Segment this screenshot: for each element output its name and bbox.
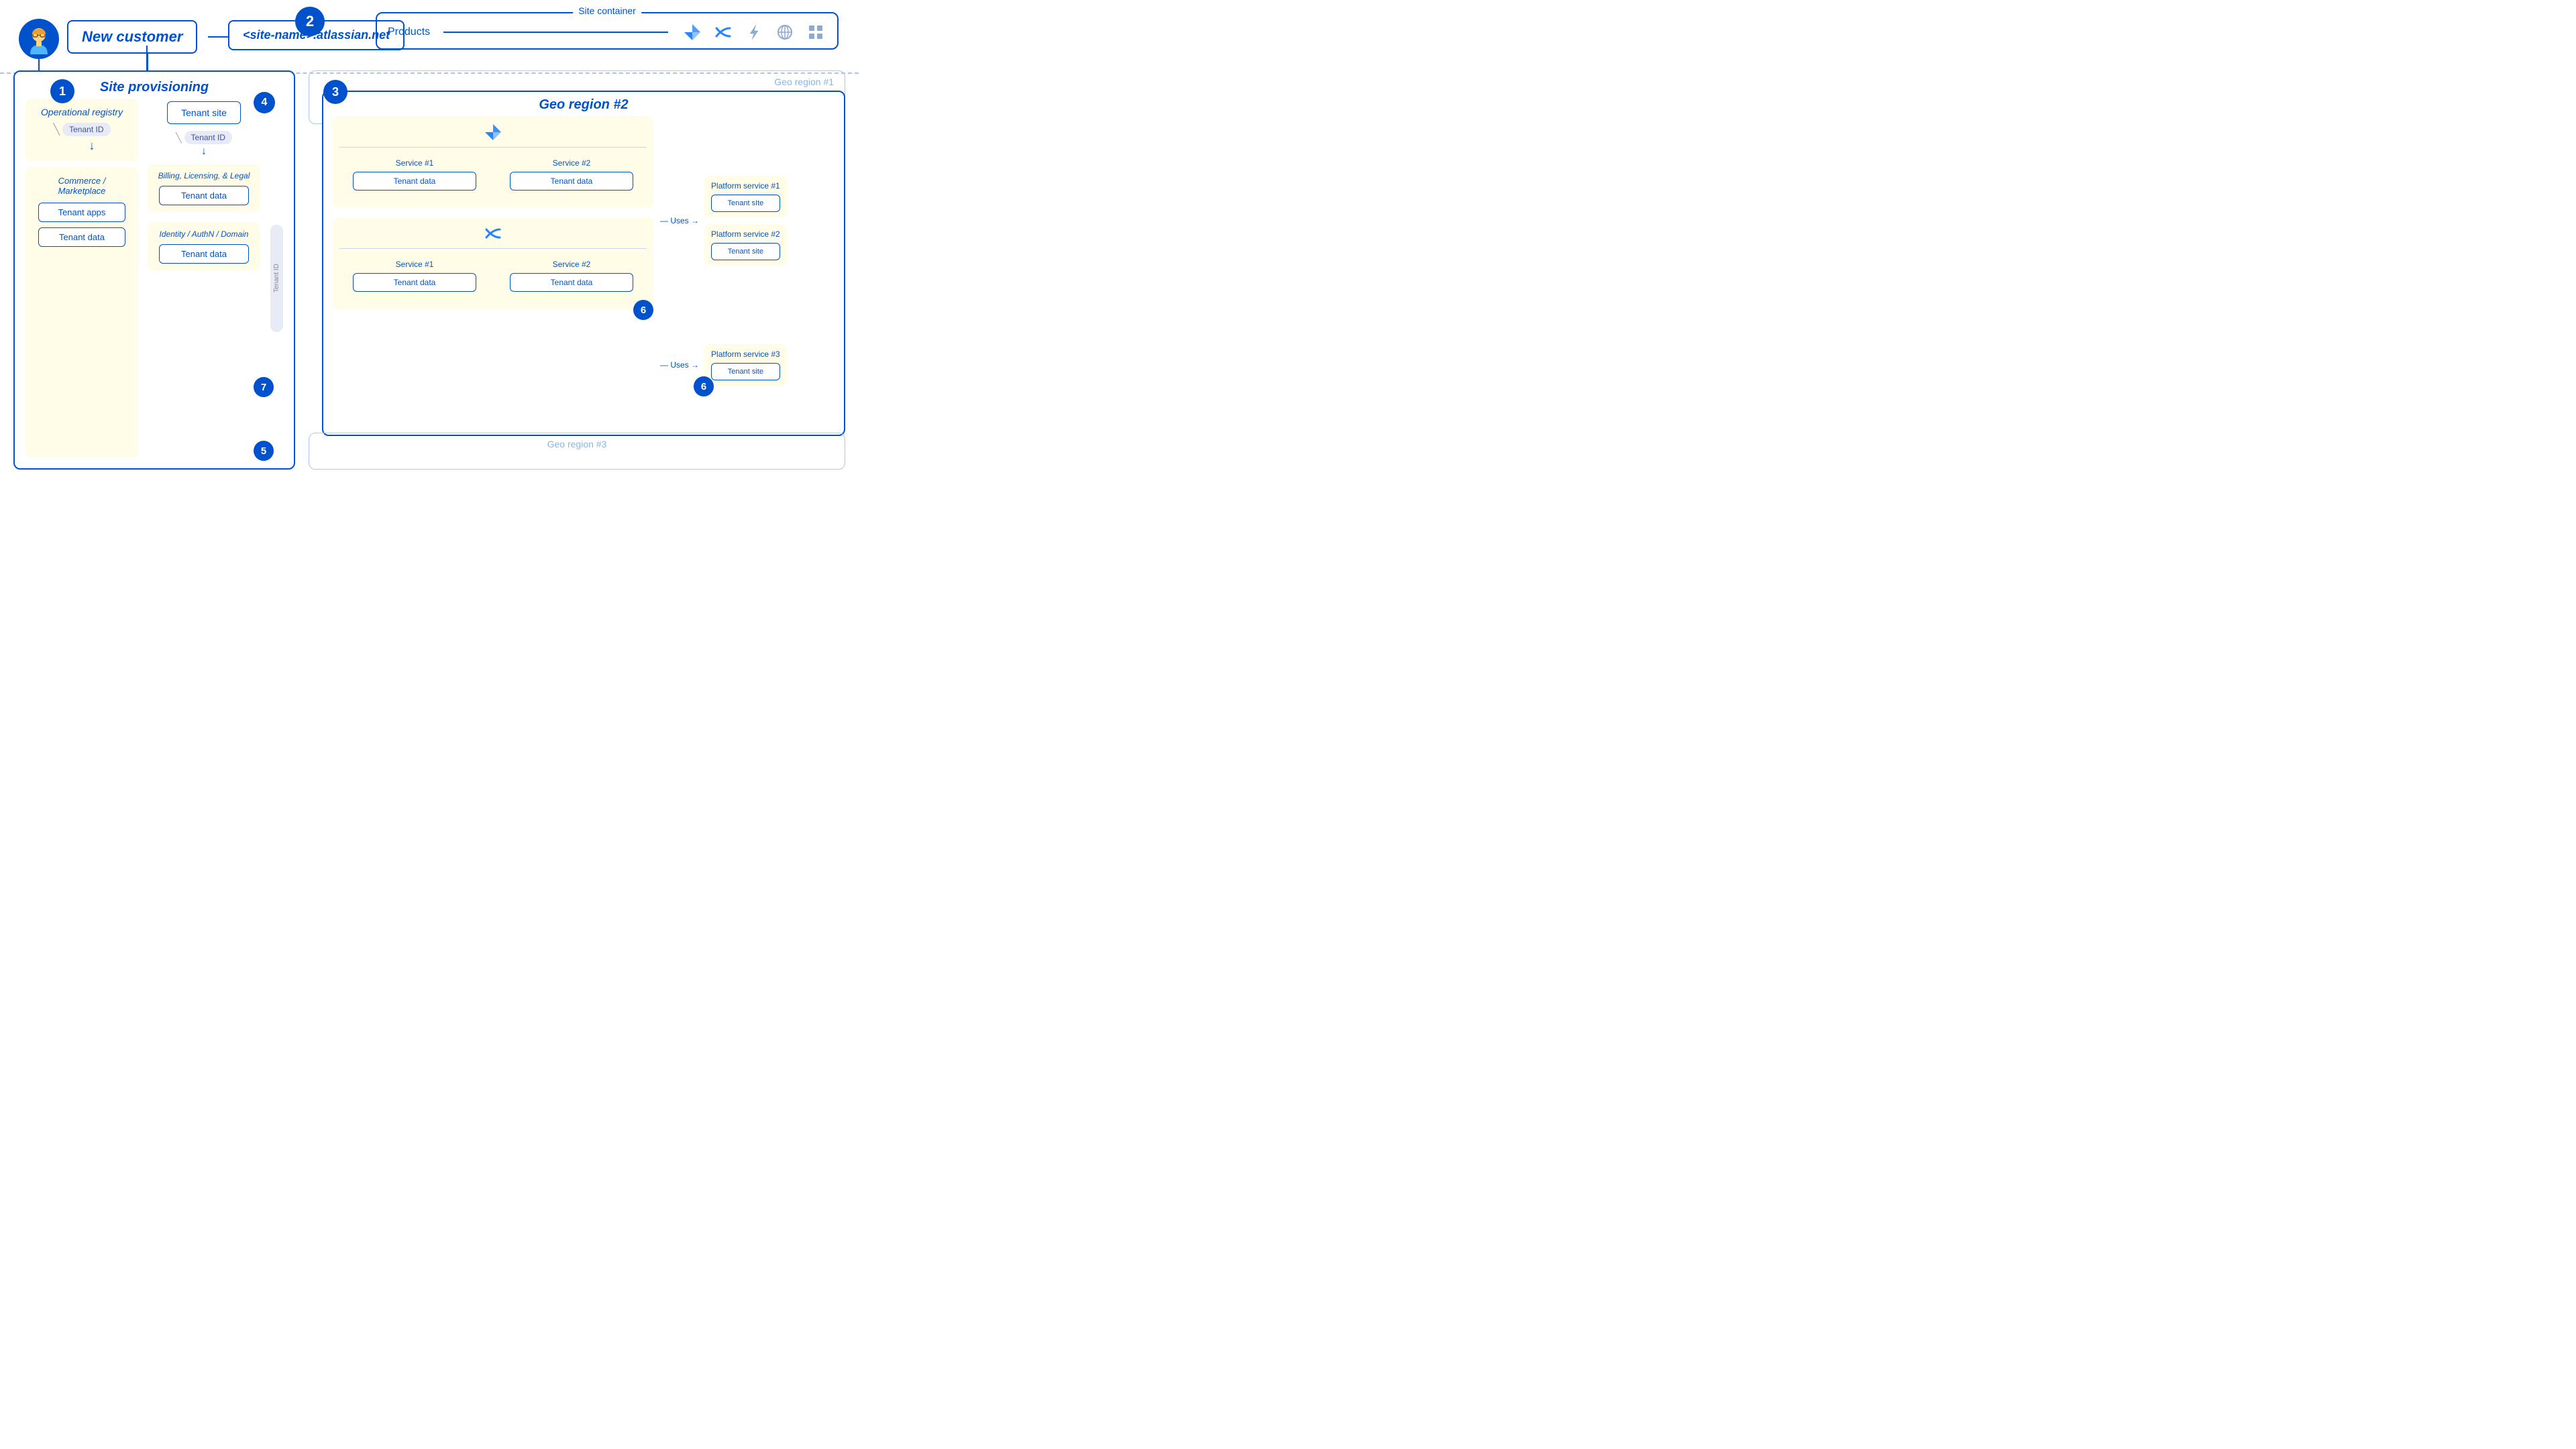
products-line [443,32,668,33]
geo2-content: Service #1 Tenant data Service #2 Tenant… [333,116,835,425]
left-panel: Site provisioning Operational registry ╲… [13,70,295,470]
tenant-id-pill-2: Tenant ID [184,131,232,144]
badge-2: 2 [295,7,325,36]
site-container-label: Site container [573,5,641,16]
tenant-id-vertical-label: Tenant ID [270,225,283,332]
platform-1-box: Platform service #1 Tenant sIte [704,176,787,217]
platform-3-label: Platform service #3 [711,350,780,359]
jira-row: Service #1 Tenant data Service #2 Tenant… [333,116,653,208]
badge-3: 3 [323,80,347,104]
conf-service-2-col: Service #2 Tenant data [496,254,647,297]
geo-region-1-label: Geo region #1 [309,71,845,93]
commerce-box: Commerce / Marketplace Tenant apps Tenan… [25,168,138,458]
geo-region-2-main: Geo region #2 3 [322,91,845,436]
geo-region-3-box: Geo region #3 [309,433,845,470]
badge-1: 1 [50,79,74,103]
jira-tenant-data-2: Tenant data [510,172,633,191]
jira-icon-header [339,123,647,142]
bolt-icon [743,21,765,43]
confluence-row: Service #1 Tenant data Service #2 Tenant… [333,217,653,309]
badge-6b: 6 [694,376,714,396]
diagram-container: 1 New customer 2 <site-name>.atlassian.n… [0,0,859,483]
tenant-id-vertical-col: Tenant ID [270,99,283,458]
platform-1-site: Tenant sIte [711,195,780,212]
globe-icon [774,21,796,43]
product-icons [682,21,826,43]
tenant-data-1-box: Tenant data [38,227,125,247]
platform-3-wrapper: Platform service #3 Tenant site 6 [704,344,787,386]
tenant-id-pill-1: Tenant ID [62,123,110,136]
tenant-site-header: Tenant site [148,99,260,124]
uses-1-label: — Uses → [660,216,699,225]
platform-3-box: Platform service #3 Tenant site 6 [704,344,787,386]
billing-items: Tenant data [154,186,254,205]
conf-tenant-data-1: Tenant data [353,273,476,292]
apps-icon [805,21,826,43]
jira-service-1-col: Service #1 Tenant data [339,153,490,196]
confluence-icon [712,21,734,43]
platform-1-label: Platform service #1 [711,181,780,191]
site-provisioning-title: Site provisioning [100,80,209,95]
conf-service-1-label: Service #1 [346,260,483,269]
site-container: Site container Products [376,12,839,50]
platform-col: — Uses → Platform service #1 Tenant sIte… [660,116,835,425]
conf-service-1-col: Service #1 Tenant data [339,254,490,297]
commerce-label: Commerce / Marketplace [34,176,130,196]
left-col: Operational registry ╲ Tenant ID ↓ Comm [25,99,138,458]
badge-7: 7 [254,377,274,397]
uses-2-row: — Uses → Platform service #3 Tenant site… [660,344,787,386]
badge-6a: 6 [633,300,653,320]
jira-services-row: Service #1 Tenant data Service #2 Tenant… [339,153,647,196]
conf-tenant-data-2: Tenant data [510,273,633,292]
op-registry-box: Operational registry ╲ Tenant ID ↓ [25,99,138,161]
commerce-items: Tenant apps Tenant data [34,203,130,247]
tenant-data-3-box: Tenant data [159,244,248,264]
new-customer-box: New customer [67,20,197,54]
badge-4: 4 [254,92,275,113]
billing-box: Billing, Licensing, & Legal Tenant data … [148,164,260,212]
uses-2-label: — Uses → [660,360,699,370]
jira-service-2-label: Service #2 [503,158,640,168]
conf-services-row: Service #1 Tenant data Service #2 Tenant… [339,254,647,297]
platform-1-2: Platform service #1 Tenant sIte Platform… [704,176,787,266]
platform-2-site: Tenant site [711,243,780,260]
product-rows: Service #1 Tenant data Service #2 Tenant… [333,116,653,425]
identity-items: Tenant data [154,244,254,264]
tenant-data-2-box: Tenant data [159,186,248,205]
tenant-id-flow-2: ╲ Tenant ID ↓ [148,131,260,158]
uses-1-row: — Uses → Platform service #1 Tenant sIte… [660,176,787,266]
jira-icon [682,21,703,43]
billing-label: Billing, Licensing, & Legal [154,171,254,180]
platform-2-box: Platform service #2 Tenant site [704,224,787,266]
tenant-id-flow-1: ╲ Tenant ID ↓ [34,123,130,153]
customer-avatar [19,19,59,59]
confluence-icon-header [339,224,647,243]
tenant-apps-box: Tenant apps [38,203,125,222]
right-panel: Geo region #1 Geo region #2 3 [309,70,845,470]
geo-region-3-label: Geo region #3 [309,433,845,455]
identity-label: Identity / AuthN / Domain [154,229,254,239]
tenant-site-box: Tenant site [167,101,241,124]
right-col: Tenant site 4 ╲ Tenant ID ↓ [148,99,260,458]
products-label: Products [388,26,430,38]
jira-service-2-col: Service #2 Tenant data [496,153,647,196]
conf-service-2-label: Service #2 [503,260,640,269]
platform-2-label: Platform service #2 [711,229,780,239]
op-registry-label: Operational registry [34,107,130,117]
main-panels: Site provisioning Operational registry ╲… [13,70,845,470]
badge-5: 5 [254,441,274,461]
platform-3-site: Tenant site [711,363,780,380]
jira-service-1-label: Service #1 [346,158,483,168]
geo-region-2-title: Geo region #2 [539,97,628,113]
jira-tenant-data-1: Tenant data [353,172,476,191]
identity-box: Identity / AuthN / Domain Tenant data 5 [148,223,260,270]
